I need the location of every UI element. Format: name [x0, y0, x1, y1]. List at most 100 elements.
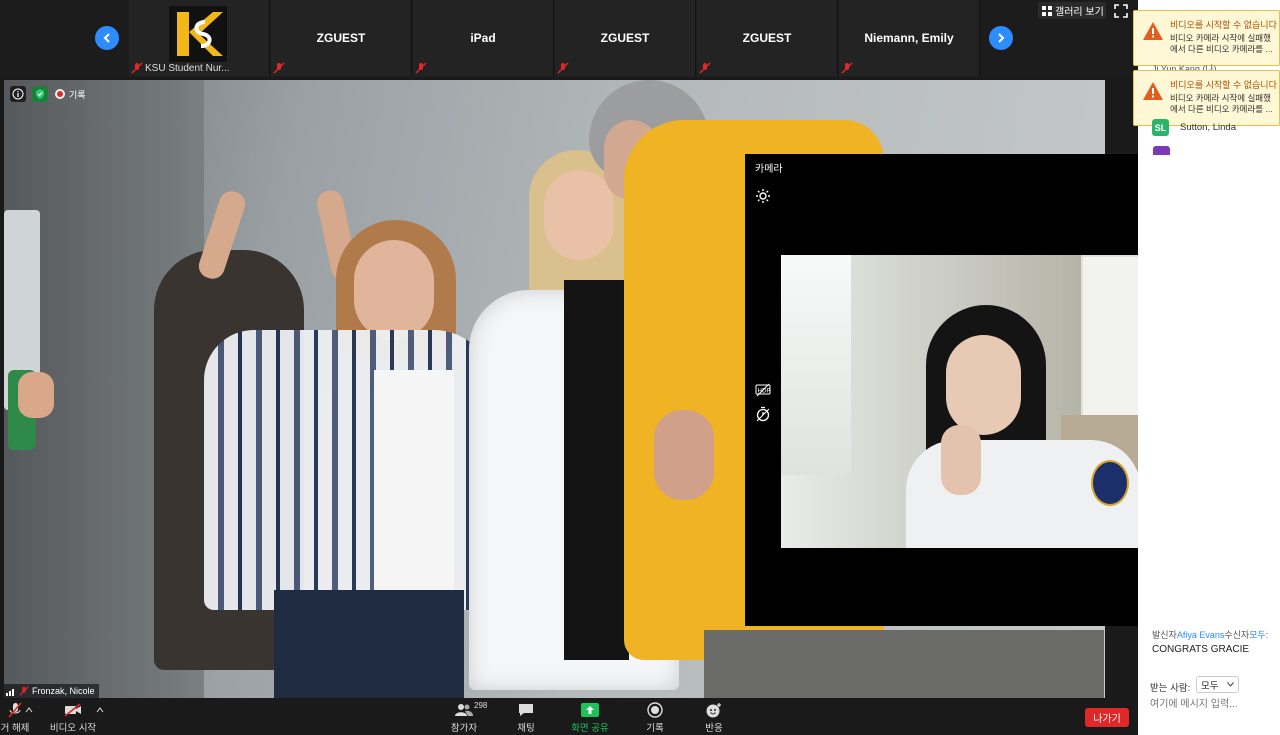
- pants: [274, 590, 464, 698]
- meeting-status-icons: 기록: [10, 86, 86, 102]
- to-label: 수신자: [1224, 630, 1250, 640]
- encryption-shield-icon[interactable]: [32, 86, 48, 102]
- tile-footer-name: KSU Student Nur...: [145, 63, 230, 74]
- share-screen-button[interactable]: 화면 공유: [568, 702, 612, 734]
- video-tile-ksu[interactable]: KSU Student Nur...: [129, 0, 270, 76]
- chat-button[interactable]: 채팅: [513, 702, 539, 734]
- share-screen-label: 화면 공유: [571, 723, 609, 734]
- record-icon: [55, 89, 65, 99]
- share-screen-icon: [581, 702, 599, 718]
- black-dress: [564, 280, 629, 660]
- recipient-select[interactable]: 모두: [1196, 676, 1239, 693]
- fullscreen-icon[interactable]: [1114, 4, 1128, 18]
- hand: [941, 425, 981, 495]
- info-icon[interactable]: [10, 86, 26, 102]
- notification-body: 비디오 카메라 시작에 실패했 에서 다른 비디오 카메라를 ...: [1170, 93, 1273, 115]
- gallery-view-button[interactable]: 갤러리 보기: [1038, 2, 1106, 19]
- arm: [654, 410, 714, 500]
- warning-notification[interactable]: 비디오를 시작할 수 없습니다 비디오 카메라 시작에 실패했 에서 다른 비디오…: [1133, 10, 1280, 66]
- sender-name[interactable]: Afiya Evans: [1177, 630, 1225, 640]
- chat-message-header: 발신자Afiya Evans수신자모두:: [1152, 628, 1268, 641]
- reactions-button[interactable]: 반응: [701, 702, 727, 734]
- participant-name[interactable]: Sutton, Linda: [1180, 122, 1236, 133]
- mic-muted-icon: [273, 62, 285, 74]
- hdr-off-icon[interactable]: HDR: [755, 383, 771, 397]
- chevron-up-icon[interactable]: [25, 706, 33, 714]
- reactions-label: 반응: [705, 723, 723, 734]
- gear-icon[interactable]: [755, 188, 771, 204]
- start-video-label: 비디오 시작: [49, 723, 97, 734]
- ksu-logo: [169, 6, 227, 62]
- recording-label: 기록: [69, 89, 86, 100]
- face: [544, 170, 614, 260]
- video-tile[interactable]: iPad: [413, 0, 554, 76]
- notification-line: 비디오 카메라 시작에 실패했: [1170, 93, 1271, 103]
- tile-name: Niemann, Emily: [864, 31, 954, 45]
- mic-muted-icon: [6, 702, 24, 718]
- warning-icon: [1143, 22, 1163, 40]
- prev-page-button[interactable]: [95, 26, 119, 50]
- tile-name: ZGUEST: [316, 31, 366, 45]
- gallery-view-label: 갤러리 보기: [1055, 7, 1104, 18]
- chat-message: CONGRATS GRACIE: [1152, 644, 1250, 655]
- video-tile[interactable]: ZGUEST: [271, 0, 412, 76]
- notification-body: 비디오 카메라 시작에 실패했 에서 다른 비디오 카메라를 ...: [1170, 33, 1273, 55]
- active-speaker-label: Fronzak, Nicole: [4, 684, 99, 698]
- gallery-strip: KSU Student Nur... ZGUEST iPad ZGUEST ZG…: [0, 0, 1138, 78]
- grid-icon: [1042, 5, 1052, 16]
- participants-label: 참가자: [450, 723, 478, 734]
- signal-bars-icon: [6, 688, 14, 696]
- avatar: SL: [1152, 119, 1169, 136]
- window-light: [781, 255, 851, 475]
- chevron-up-icon[interactable]: [96, 706, 104, 714]
- mic-muted-icon: [699, 62, 711, 74]
- next-page-button[interactable]: [989, 26, 1013, 50]
- recording-indicator: 기록: [54, 88, 86, 101]
- tile-name: ZGUEST: [600, 31, 650, 45]
- speaker-name: Fronzak, Nicole: [32, 686, 95, 696]
- chevron-left-icon: [103, 33, 110, 43]
- record-icon: [646, 702, 664, 718]
- record-label: 기록: [646, 723, 664, 734]
- participants-count: 298: [474, 701, 488, 710]
- video-tile[interactable]: ZGUEST: [555, 0, 696, 76]
- face: [354, 240, 434, 340]
- warning-notification[interactable]: 비디오를 시작할 수 없습니다 비디오 카메라 시작에 실패했 에서 다른 비디오…: [1133, 70, 1280, 126]
- notification-line: 비디오 카메라 시작에 실패했: [1170, 33, 1271, 43]
- chevron-down-icon: [1227, 682, 1234, 687]
- recipient-label: 받는 사람:: [1150, 683, 1191, 694]
- mic-muted-icon: [557, 62, 569, 74]
- mic-muted-icon: [19, 686, 29, 696]
- mic-muted-icon: [841, 62, 853, 74]
- record-button[interactable]: 기록: [643, 702, 667, 734]
- recipient-name[interactable]: 모두: [1249, 630, 1266, 640]
- coat-patch: [1091, 460, 1129, 506]
- from-prefix: 발신자: [1152, 630, 1177, 640]
- tile-name: iPad: [470, 31, 496, 45]
- leave-button[interactable]: 나가기: [1085, 708, 1129, 727]
- camera-title: 카메라: [755, 164, 783, 175]
- chat-input[interactable]: [1150, 697, 1276, 712]
- video-off-icon: [64, 702, 82, 718]
- warning-icon: [1143, 82, 1163, 100]
- participants-button[interactable]: 298 참가자: [447, 701, 487, 734]
- white-top: [374, 370, 454, 590]
- tile-name: ZGUEST: [742, 31, 792, 45]
- timer-icon[interactable]: [755, 406, 771, 422]
- mic-muted-icon: [131, 62, 143, 74]
- emoji-icon: [705, 702, 723, 718]
- floor: [704, 630, 1104, 698]
- colon: :: [1265, 630, 1269, 640]
- face: [946, 335, 1021, 435]
- avatar: [1153, 146, 1170, 155]
- chat-bubble-icon: [517, 702, 535, 718]
- video-tile[interactable]: ZGUEST: [697, 0, 838, 76]
- chevron-right-icon: [998, 33, 1005, 43]
- unmute-label: 거 해제: [0, 723, 30, 734]
- participants-icon: 298: [447, 701, 487, 718]
- mic-muted-icon: [415, 62, 427, 74]
- notification-title: 비디오를 시작할 수 없습니다: [1170, 80, 1277, 90]
- notification-line: 에서 다른 비디오 카메라를 ...: [1170, 44, 1273, 54]
- start-video-button[interactable]: 비디오 시작: [48, 702, 98, 734]
- video-tile[interactable]: Niemann, Emily: [839, 0, 980, 76]
